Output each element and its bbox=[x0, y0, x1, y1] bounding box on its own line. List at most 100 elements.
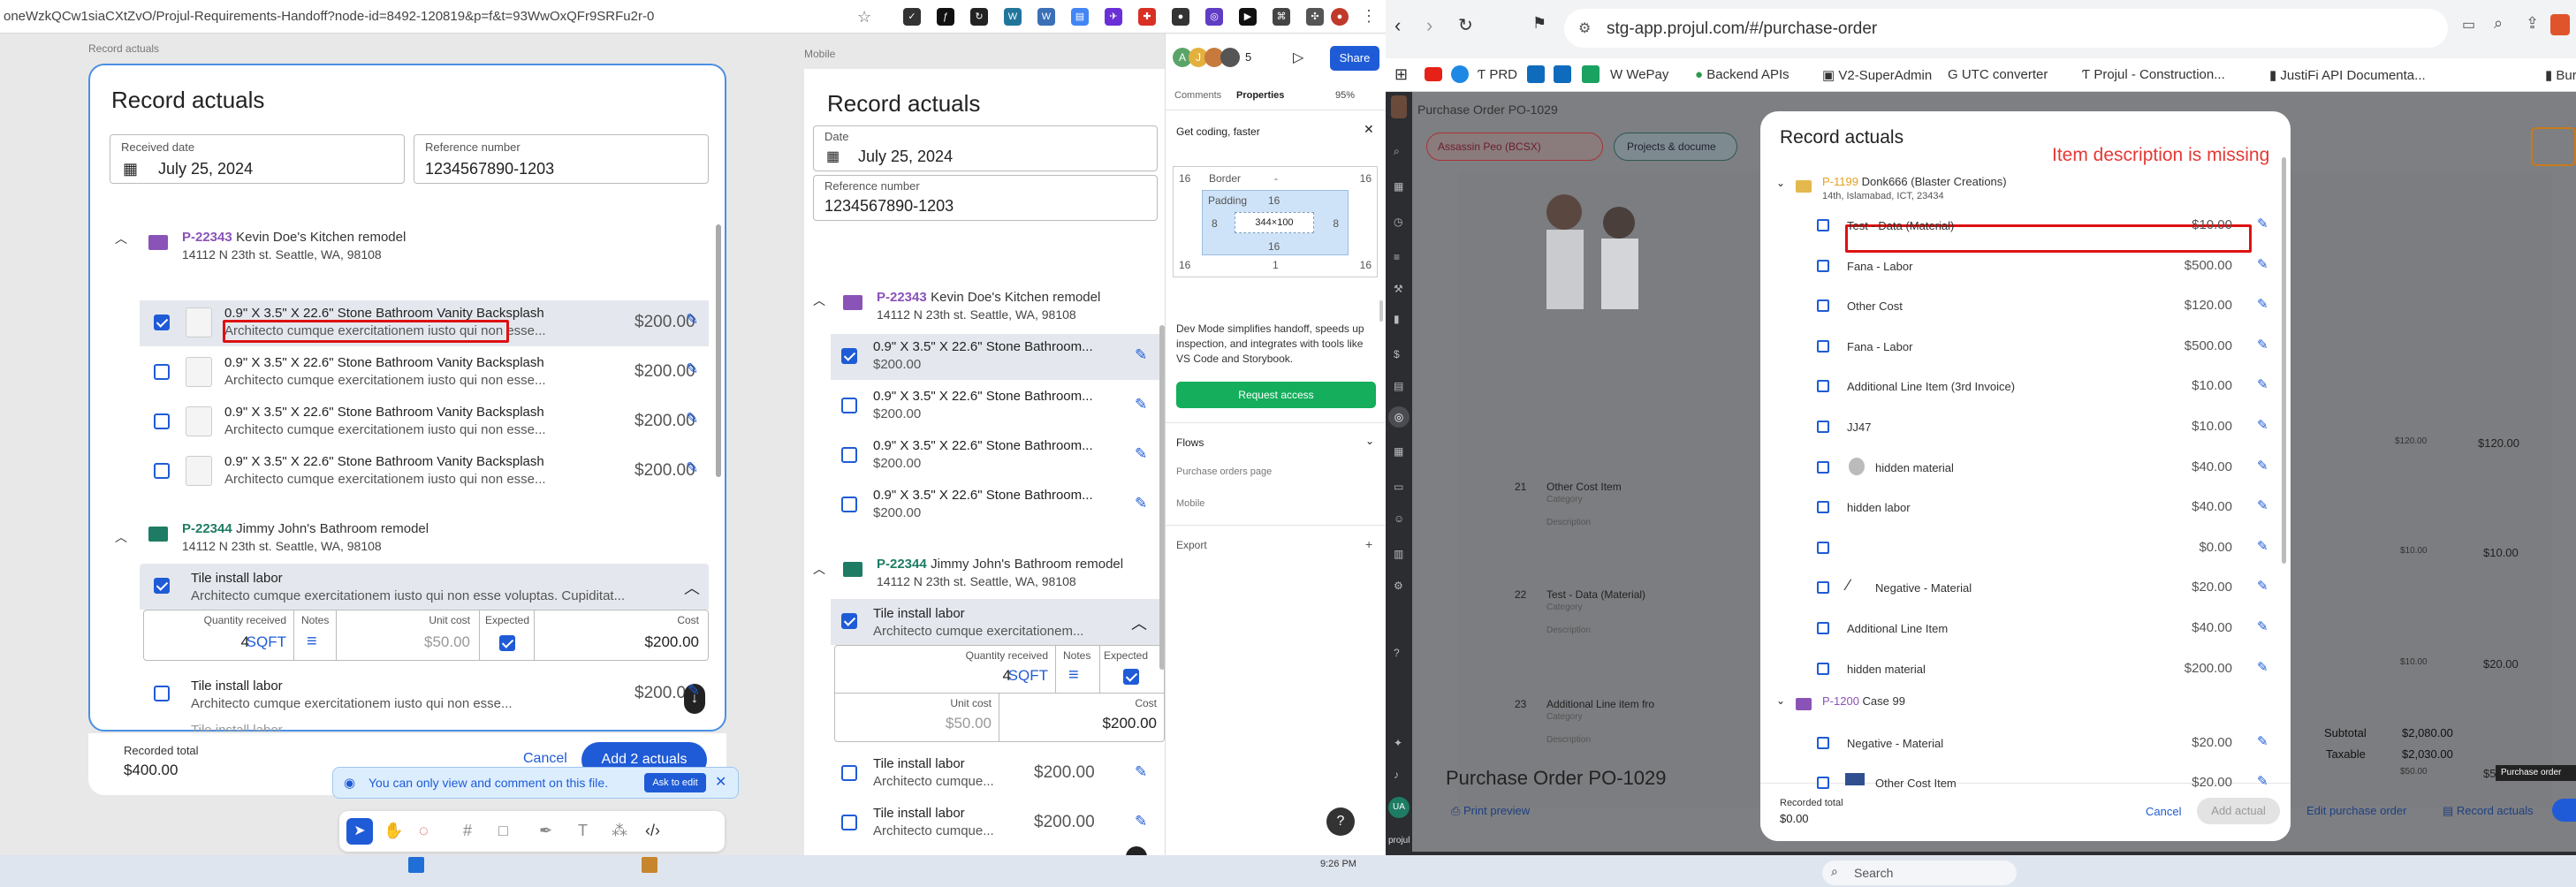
bookmark-icon[interactable] bbox=[1451, 65, 1469, 83]
cancel-button[interactable]: Cancel bbox=[523, 751, 567, 767]
list-item[interactable]: Other Cost Item $20.00 ✎ bbox=[1760, 768, 2282, 798]
flow-item[interactable]: Purchase orders page bbox=[1176, 466, 1272, 477]
dashboard-icon[interactable]: ▦ bbox=[1394, 180, 1403, 193]
tab-comments[interactable]: Comments bbox=[1174, 90, 1221, 101]
address-bar[interactable]: oneWzkQCw1siaCXtZvO/Projul-Requirements-… bbox=[4, 9, 654, 24]
row-checkbox[interactable] bbox=[1817, 460, 1829, 474]
list-item[interactable]: Other Cost $120.00 ✎ bbox=[1760, 291, 2282, 321]
row-checkbox[interactable] bbox=[1817, 219, 1829, 231]
list-item[interactable]: 0.9" X 3.5" X 22.6" Stone Bathroom... $20… bbox=[831, 383, 1165, 429]
cast-icon[interactable]: ▭ bbox=[2462, 16, 2475, 34]
row-checkbox[interactable] bbox=[1817, 259, 1829, 272]
notes-button[interactable]: Notes ≡ bbox=[1056, 646, 1100, 694]
collapse-chevron-icon[interactable]: ︿ bbox=[813, 560, 825, 578]
row-checkbox[interactable] bbox=[154, 686, 170, 701]
row-checkbox[interactable] bbox=[1817, 541, 1829, 554]
row-checkbox[interactable] bbox=[154, 578, 170, 594]
chat-icon[interactable]: ▭ bbox=[1394, 481, 1403, 493]
collapse-chevron-icon[interactable]: ⌄ bbox=[1776, 694, 1785, 707]
row-checkbox[interactable] bbox=[841, 613, 857, 629]
row-checkbox[interactable] bbox=[154, 463, 170, 479]
row-checkbox[interactable] bbox=[1817, 380, 1829, 393]
users-icon[interactable]: ☺ bbox=[1394, 512, 1404, 525]
edit-icon[interactable]: ✎ bbox=[2257, 733, 2268, 749]
help-icon[interactable]: ? bbox=[1394, 647, 1400, 659]
unit-select[interactable]: SQFT bbox=[247, 633, 286, 651]
row-checkbox[interactable] bbox=[841, 398, 857, 413]
list-item[interactable]: Tile install labor Architecto cumque exe… bbox=[140, 671, 709, 717]
edit-icon[interactable]: ✎ bbox=[1135, 396, 1147, 413]
labor-row-expanded[interactable]: Tile install labor Architecto cumque exe… bbox=[140, 564, 709, 610]
list-item[interactable]: Fana - Labor $500.00 ✎ bbox=[1760, 331, 2282, 361]
extension-icon[interactable]: ▶ bbox=[1239, 8, 1257, 26]
unit-cost-field[interactable]: Unit cost $50.00 bbox=[337, 610, 480, 660]
apps-grid-icon[interactable]: ⊞ bbox=[1394, 65, 1408, 84]
scrollbar[interactable] bbox=[2282, 157, 2286, 564]
row-checkbox[interactable] bbox=[1817, 622, 1829, 634]
text-tool-icon[interactable]: T bbox=[578, 822, 588, 840]
bookmark-star-icon[interactable]: ☆ bbox=[857, 8, 871, 27]
unit-select[interactable]: SQFT bbox=[1008, 667, 1048, 685]
edit-icon[interactable]: ✎ bbox=[686, 311, 698, 329]
address-bar[interactable]: ⚙ stg-app.projul.com/#/purchase-order bbox=[1564, 9, 2448, 48]
edit-icon[interactable]: ✎ bbox=[2257, 578, 2268, 594]
reference-number-field[interactable]: Reference number 1234567890-1203 bbox=[414, 134, 709, 184]
avatar-count[interactable]: 5 bbox=[1245, 50, 1251, 64]
list-item[interactable]: hidden material $40.00 ✎ bbox=[1760, 452, 2282, 482]
list-item[interactable]: Additional Line Item (3rd Invoice) $10.00… bbox=[1760, 371, 2282, 401]
list-item[interactable]: ∕ Negative - Material $20.00 ✎ bbox=[1760, 572, 2282, 603]
shape-tool-icon[interactable]: □ bbox=[498, 822, 508, 840]
row-checkbox[interactable] bbox=[154, 364, 170, 380]
cost-field[interactable]: Cost $200.00 bbox=[999, 694, 1164, 741]
bookmark-backend-apis[interactable]: ● Backend APIs bbox=[1695, 67, 1790, 82]
edit-icon[interactable]: ✎ bbox=[688, 682, 700, 700]
edit-icon[interactable]: ✎ bbox=[2257, 773, 2268, 789]
close-icon[interactable]: ✕ bbox=[715, 773, 726, 791]
clock-icon[interactable]: ◷ bbox=[1394, 216, 1402, 228]
tools-icon[interactable]: ⚒ bbox=[1394, 283, 1403, 295]
teams-icon[interactable] bbox=[1554, 65, 1571, 83]
extension-icon[interactable]: ▤ bbox=[1071, 8, 1089, 26]
edit-icon[interactable]: ✎ bbox=[1135, 495, 1147, 512]
row-checkbox[interactable] bbox=[1817, 662, 1829, 675]
extension-icon[interactable]: ✈ bbox=[1105, 8, 1122, 26]
edit-icon[interactable]: ✎ bbox=[2257, 618, 2268, 634]
edit-icon[interactable]: ✎ bbox=[1135, 445, 1147, 463]
collapse-chevron-icon[interactable]: ︿ bbox=[115, 528, 127, 546]
collapse-chevron-icon[interactable]: ︿ bbox=[1131, 611, 1147, 634]
labor-row-expanded[interactable]: Tile install labor Architecto cumque exe… bbox=[831, 599, 1165, 645]
list-item[interactable]: Tile install labor Architecto cumque... $2… bbox=[831, 751, 1165, 797]
list-item[interactable]: $0.00 ✎ bbox=[1760, 533, 2282, 563]
bookmark-justifi[interactable]: ▮ JustiFi API Documenta... bbox=[2269, 67, 2426, 83]
list-item[interactable]: Tile install labor Architecto cumque... $2… bbox=[831, 800, 1165, 846]
avatar[interactable] bbox=[1220, 48, 1240, 67]
edit-icon[interactable]: ✎ bbox=[2257, 497, 2268, 513]
collapse-chevron-icon[interactable]: ⌄ bbox=[1776, 177, 1785, 189]
edit-icon[interactable]: ✎ bbox=[2257, 659, 2268, 675]
list-item[interactable]: Fana - Labor $500.00 ✎ bbox=[1760, 251, 2282, 281]
assignee-chip[interactable]: Assassin Peo (BCSX) bbox=[1426, 133, 1603, 161]
edit-icon[interactable]: ✎ bbox=[686, 360, 698, 378]
extension-icon[interactable]: W bbox=[1004, 8, 1022, 26]
row-checkbox[interactable] bbox=[841, 815, 857, 830]
collapse-chevron-icon[interactable]: ︿ bbox=[813, 292, 825, 309]
bookmark-bur[interactable]: ▮ Bur bbox=[2545, 67, 2576, 83]
list-icon[interactable]: ≡ bbox=[1394, 251, 1400, 263]
edit-icon[interactable]: ✎ bbox=[2257, 458, 2268, 474]
edit-icon[interactable]: ✎ bbox=[2257, 417, 2268, 433]
edit-icon[interactable]: ✎ bbox=[686, 459, 698, 477]
bookmark-utc-converter[interactable]: G UTC converter bbox=[1948, 67, 2048, 82]
extension-icon[interactable]: ƒ bbox=[937, 8, 954, 26]
add-actual-button[interactable]: Add actual bbox=[2197, 798, 2280, 824]
help-icon[interactable]: ? bbox=[1326, 807, 1355, 836]
row-checkbox[interactable] bbox=[841, 348, 857, 364]
plus-icon[interactable]: + bbox=[1365, 537, 1372, 551]
cost-field[interactable]: Cost $200.00 bbox=[535, 610, 708, 660]
edit-icon[interactable]: ✎ bbox=[2257, 538, 2268, 554]
edit-icon[interactable]: ✎ bbox=[1135, 763, 1147, 781]
edit-icon[interactable]: ✎ bbox=[1135, 813, 1147, 830]
pen-tool-icon[interactable]: ✒ bbox=[539, 822, 552, 840]
list-item[interactable]: 0.9" X 3.5" X 22.6" Stone Bathroom... $20… bbox=[831, 482, 1165, 528]
unit-cost-field[interactable]: Unit cost $50.00 bbox=[835, 694, 999, 741]
dev-mode-icon[interactable]: ‹/› bbox=[645, 822, 660, 840]
